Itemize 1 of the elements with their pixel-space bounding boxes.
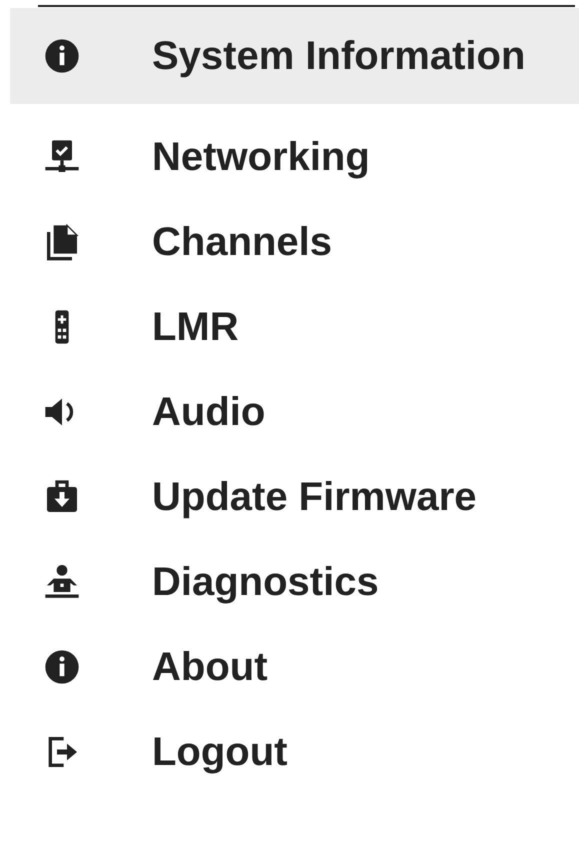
- menu-item[interactable]: System Information: [10, 8, 579, 104]
